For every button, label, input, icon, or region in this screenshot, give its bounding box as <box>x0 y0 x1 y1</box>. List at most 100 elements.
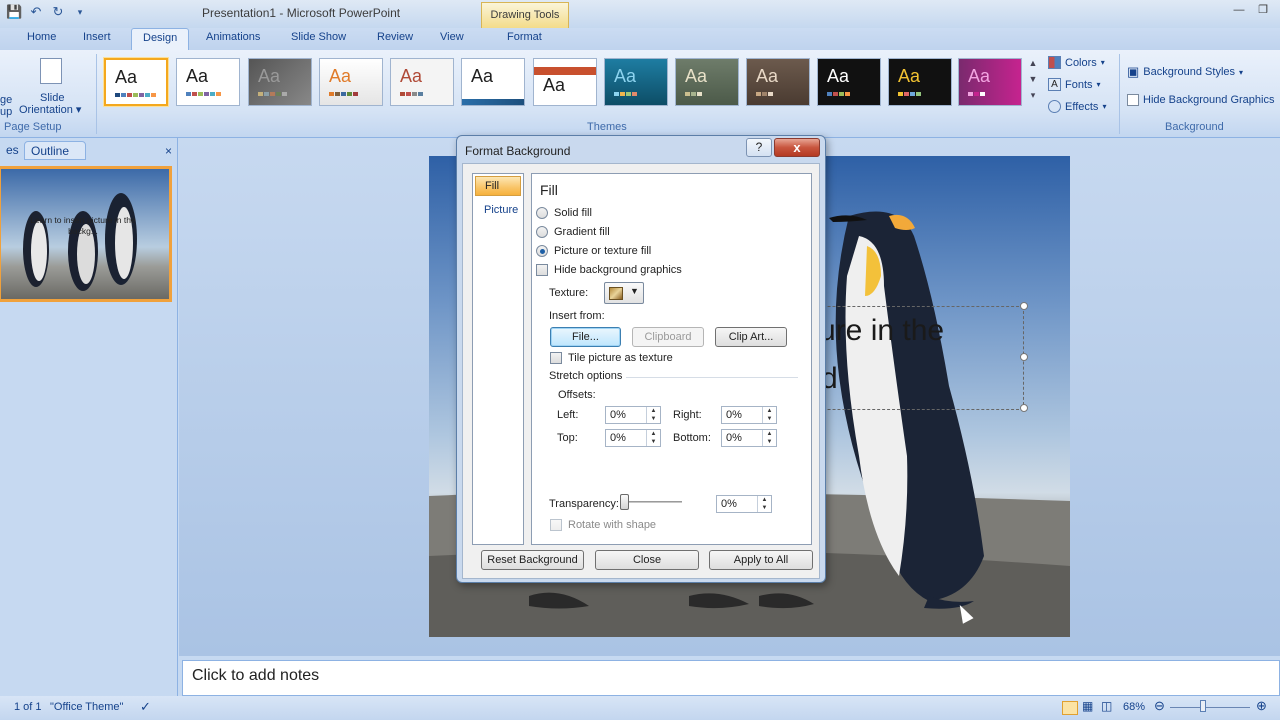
transparency-slider-track[interactable] <box>624 501 682 503</box>
background-styles-icon: ▣ <box>1127 64 1140 79</box>
tab-review[interactable]: Review <box>377 31 413 43</box>
notes-pane[interactable]: Click to add notes <box>182 660 1280 696</box>
fill-panel: Fill Solid fill Gradient fill Picture or… <box>531 173 812 545</box>
minimize-button[interactable]: — <box>1228 2 1250 18</box>
help-button[interactable]: ? <box>746 138 772 157</box>
gallery-down-icon[interactable]: ▼ <box>1029 74 1038 84</box>
theme-7[interactable]: Aa <box>533 58 597 106</box>
resize-handle[interactable] <box>1020 353 1028 361</box>
close-button[interactable]: Close <box>595 550 699 570</box>
close-pane-icon[interactable]: × <box>165 144 172 158</box>
customize-qat-icon[interactable]: ▾ <box>72 4 88 20</box>
background-styles-button[interactable]: ▣ Background Styles ▾ <box>1127 64 1243 80</box>
themes-group-label: Themes <box>587 121 627 133</box>
undo-icon[interactable]: ↶ <box>28 4 44 20</box>
theme-2[interactable]: Aa <box>176 58 240 106</box>
redo-icon[interactable]: ↻ <box>50 4 66 20</box>
theme-6[interactable]: Aa <box>461 58 525 106</box>
theme-office[interactable]: Aa <box>104 58 168 106</box>
reset-background-button[interactable]: Reset Background <box>481 550 584 570</box>
theme-9[interactable]: Aa <box>675 58 739 106</box>
zoom-level[interactable]: 68% <box>1123 701 1145 713</box>
theme-13[interactable]: Aa <box>958 58 1022 106</box>
gradient-fill-radio[interactable]: Gradient fill <box>536 226 610 238</box>
hide-background-graphics-checkbox[interactable]: Hide Background Graphics <box>1127 94 1274 106</box>
colors-button[interactable]: Colors ▾ <box>1048 56 1105 69</box>
normal-view-icon[interactable] <box>1062 701 1078 715</box>
tab-view[interactable]: View <box>440 31 464 43</box>
ribbon: ge up Slide Orientation ▾ Page Setup Aa … <box>0 50 1280 138</box>
theme-4[interactable]: Aa <box>319 58 383 106</box>
offsets-label: Offsets: <box>558 389 596 401</box>
tile-picture-check[interactable]: Tile picture as texture <box>550 352 673 364</box>
transparency-slider-thumb[interactable] <box>620 494 629 510</box>
tab-design[interactable]: Design <box>131 28 190 50</box>
slide-thumbnail[interactable]: Learn to insert picture in the backg... <box>0 166 172 302</box>
zoom-out-icon[interactable]: ⊖ <box>1154 698 1165 714</box>
slide-orientation-button[interactable]: Orientation ▾ <box>19 104 81 117</box>
dialog-close-button[interactable]: x <box>774 138 820 157</box>
group-separator <box>1119 54 1120 134</box>
tab-insert[interactable]: Insert <box>83 31 111 43</box>
apply-to-all-button[interactable]: Apply to All <box>709 550 813 570</box>
slide-orientation-icon[interactable] <box>40 58 62 84</box>
texture-dropdown[interactable]: ▼ <box>604 282 644 304</box>
title-bar: 💾 ↶ ↻ ▾ Presentation1 - Microsoft PowerP… <box>0 0 1280 28</box>
panel-heading: Fill <box>540 182 558 198</box>
theme-11[interactable]: Aa <box>817 58 881 106</box>
quick-access-toolbar: 💾 ↶ ↻ ▾ <box>6 4 88 20</box>
page-setup-label-partial-2[interactable]: up <box>0 106 12 119</box>
spell-check-icon[interactable]: ✓ <box>140 699 151 715</box>
transparency-label: Transparency: <box>549 498 619 510</box>
bottom-offset-spinner[interactable]: 0% ▲ ▼ <box>721 429 777 447</box>
category-fill[interactable]: Fill <box>475 176 521 196</box>
theme-8[interactable]: Aa <box>604 58 668 106</box>
save-icon[interactable]: 💾 <box>6 4 22 20</box>
effects-button[interactable]: Effects ▾ <box>1048 100 1106 113</box>
resize-handle[interactable] <box>1020 302 1028 310</box>
texture-label: Texture: <box>549 287 589 299</box>
gallery-scroll[interactable]: ▲ ▼ ▾ <box>1026 58 1040 114</box>
theme-12[interactable]: Aa <box>888 58 952 106</box>
resize-handle[interactable] <box>1020 404 1028 412</box>
slide-sorter-icon[interactable]: ▦ <box>1082 699 1093 713</box>
left-offset-spinner[interactable]: 0% ▲ ▼ <box>605 406 661 424</box>
window-title: Presentation1 - Microsoft PowerPoint <box>202 6 401 20</box>
right-offset-spinner[interactable]: 0% ▲ ▼ <box>721 406 777 424</box>
tab-animations[interactable]: Animations <box>206 31 260 43</box>
tab-slides[interactable]: es <box>0 141 25 160</box>
slide-counter: 1 of 1 <box>14 701 42 713</box>
zoom-slider-thumb[interactable] <box>1200 700 1206 712</box>
zoom-in-icon[interactable]: ⊕ <box>1256 698 1267 714</box>
fonts-icon: A <box>1048 78 1061 91</box>
hide-background-graphics-check[interactable]: Hide background graphics <box>536 264 682 276</box>
notes-placeholder: Click to add notes <box>192 667 320 684</box>
fonts-button[interactable]: A Fonts ▾ <box>1048 78 1101 91</box>
gallery-more-icon[interactable]: ▾ <box>1031 90 1036 101</box>
dialog-body: Fill Picture Fill Solid fill Gradient fi… <box>462 163 820 579</box>
theme-10[interactable]: Aa <box>746 58 810 106</box>
clip-art-button[interactable]: Clip Art... <box>715 327 787 347</box>
tab-slide-show[interactable]: Slide Show <box>291 31 346 43</box>
tab-home[interactable]: Home <box>27 31 56 43</box>
restore-button[interactable]: ❐ <box>1252 2 1274 18</box>
theme-5[interactable]: Aa <box>390 58 454 106</box>
stretch-options-label: Stretch options <box>549 370 623 382</box>
transparency-spinner[interactable]: 0% ▲ ▼ <box>716 495 772 513</box>
zoom-slider[interactable] <box>1170 707 1250 708</box>
top-offset-spinner[interactable]: 0% ▲ ▼ <box>605 429 661 447</box>
clipboard-button[interactable]: Clipboard <box>632 327 704 347</box>
slide-show-icon[interactable]: ◫ <box>1101 699 1112 713</box>
category-list: Fill Picture <box>472 173 524 545</box>
theme-3[interactable]: Aa <box>248 58 312 106</box>
picture-texture-fill-radio[interactable]: Picture or texture fill <box>536 245 651 257</box>
tab-format[interactable]: Format <box>507 31 542 43</box>
thumbnail-title: Learn to insert picture in the backg... <box>30 215 136 236</box>
solid-fill-radio[interactable]: Solid fill <box>536 207 592 219</box>
category-picture[interactable]: Picture <box>475 200 521 220</box>
page-setup-group-label: Page Setup <box>4 121 62 133</box>
gallery-up-icon[interactable]: ▲ <box>1029 58 1038 68</box>
file-button[interactable]: File... <box>550 327 621 347</box>
left-offset-label: Left: <box>557 409 579 421</box>
tab-outline[interactable]: Outline <box>24 141 86 160</box>
